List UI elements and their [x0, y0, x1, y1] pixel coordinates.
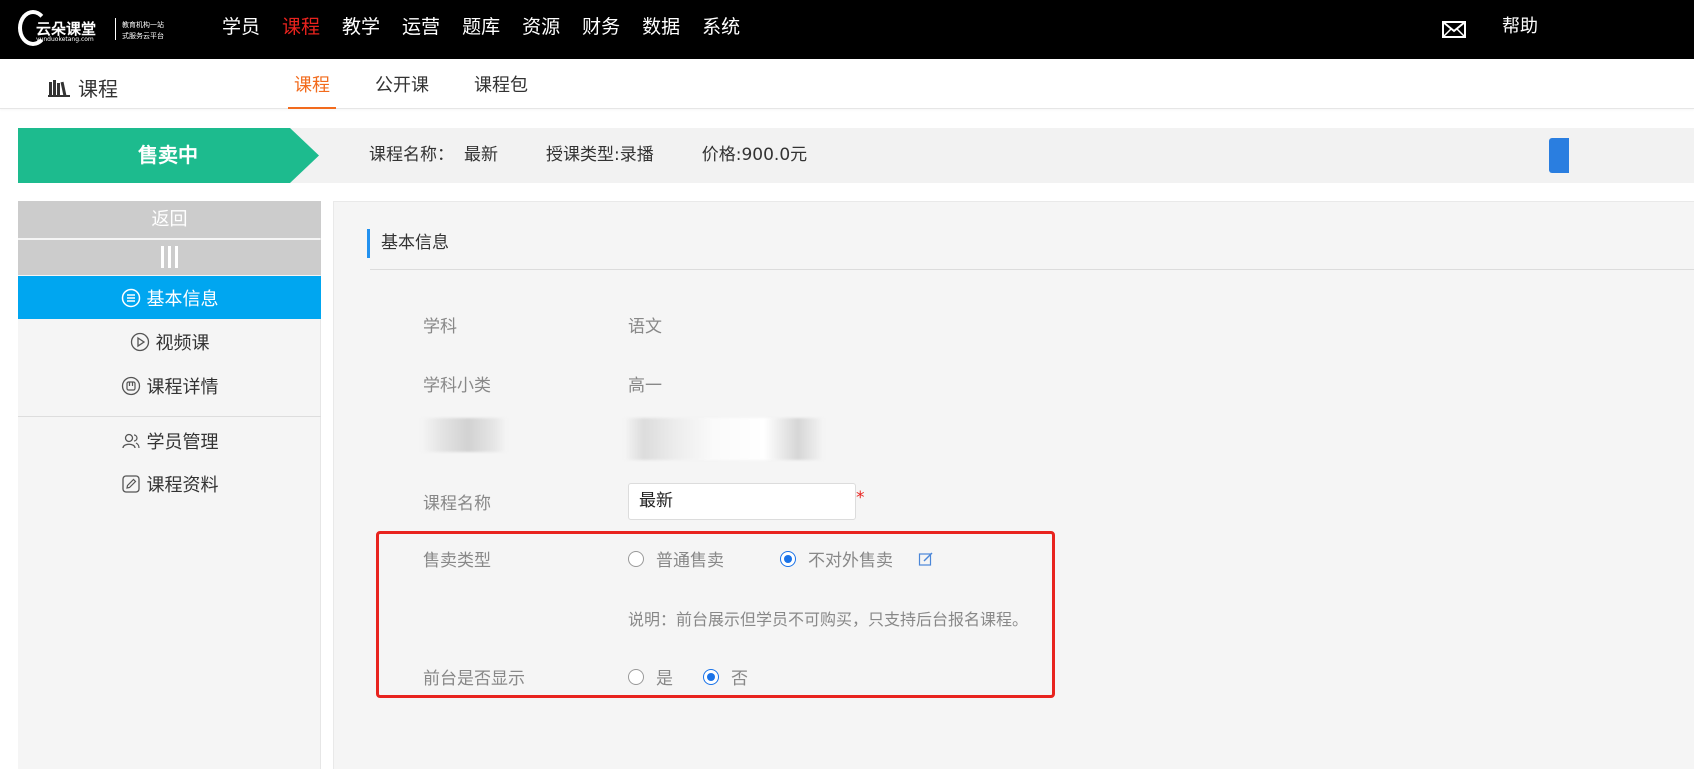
logo-domain: yunduoketang.com [36, 36, 94, 43]
price-label: 价格: [701, 145, 742, 165]
nav-item-students[interactable]: 学员 [222, 14, 260, 40]
course-name-label: 课程名称： [369, 145, 454, 165]
back-button[interactable]: 返回 [18, 201, 321, 238]
sub-header: 课程 课程 公开课 课程包 [0, 59, 1694, 109]
annotation-highlight-box [376, 531, 1055, 698]
subject-value: 语文 [628, 317, 662, 337]
nav-item-resources[interactable]: 资源 [522, 14, 560, 40]
teach-type-value: 录播 [619, 145, 654, 165]
main-nav: 学员 课程 教学 运营 题库 资源 财务 数据 系统 [222, 14, 762, 40]
course-sidebar: 返回 基本信息 视频课 课程详情 学员管理 课程资料 [18, 201, 321, 769]
sidebar-item-video-course[interactable]: 视频课 [18, 320, 321, 363]
course-name-input[interactable]: 最新 [628, 483, 856, 520]
nav-item-question-bank[interactable]: 题库 [462, 14, 500, 40]
price-pair: 价格: 900.0元 [702, 143, 807, 167]
subject-label: 学科 [423, 317, 457, 337]
sidebar-item-student-management[interactable]: 学员管理 [18, 419, 321, 462]
top-navbar: 云朵课堂 yunduoketang.com 教育机构一站 式服务云平台 学员 课… [0, 0, 1694, 59]
tab-open-courses[interactable]: 公开课 [369, 59, 435, 109]
logo-slogan-line2: 式服务云平台 [122, 32, 164, 40]
teach-type-label: 授课类型: [546, 145, 620, 165]
banner-action-button[interactable] [1549, 138, 1569, 173]
price-value: 900.0元 [741, 145, 808, 165]
nav-item-data[interactable]: 数据 [642, 14, 680, 40]
nav-item-finance[interactable]: 财务 [582, 14, 620, 40]
tab-course-bundles[interactable]: 课程包 [468, 59, 534, 109]
detail-circle-icon [121, 376, 140, 395]
sidebar-item-label: 基本信息 [146, 288, 219, 310]
redacted-value [624, 418, 824, 460]
logo-slogan-line1: 教育机构一站 [122, 21, 164, 29]
logo-divider [115, 18, 116, 40]
bars-icon [160, 246, 180, 268]
nav-item-courses[interactable]: 课程 [282, 14, 320, 40]
course-summary: 课程名称： 最新 授课类型: 录播 价格: 900.0元 [369, 143, 855, 167]
course-name-pair: 课程名称： 最新 [369, 143, 498, 167]
collapse-toggle[interactable] [18, 240, 321, 275]
sidebar-item-label: 视频课 [155, 332, 210, 354]
nav-item-system[interactable]: 系统 [702, 14, 740, 40]
course-name-field-label: 课程名称 [423, 494, 491, 514]
help-link[interactable]: 帮助 [1502, 14, 1538, 40]
teach-type-pair: 授课类型: 录播 [546, 143, 654, 167]
sidebar-item-course-details[interactable]: 课程详情 [18, 364, 321, 407]
sidebar-item-label: 学员管理 [146, 431, 219, 453]
subcategory-value: 高一 [628, 376, 662, 396]
sidebar-item-basic-info[interactable]: 基本信息 [18, 276, 321, 319]
pencil-doc-icon [121, 474, 140, 493]
list-circle-icon [121, 288, 140, 307]
nav-item-teaching[interactable]: 教学 [342, 14, 380, 40]
sub-tabs: 课程 公开课 课程包 [288, 59, 567, 109]
redacted-label [421, 418, 507, 452]
sidebar-item-label: 课程详情 [146, 376, 219, 398]
course-status-banner: 售卖中 课程名称： 最新 授课类型: 录播 价格: 900.0元 [18, 128, 1694, 183]
subcategory-label: 学科小类 [423, 376, 491, 396]
required-asterisk: * [856, 488, 865, 508]
users-icon [121, 433, 140, 448]
logo[interactable]: 云朵课堂 yunduoketang.com 教育机构一站 式服务云平台 [16, 8, 176, 48]
envelope-icon[interactable] [1442, 21, 1466, 38]
tab-courses[interactable]: 课程 [288, 59, 336, 109]
sidebar-divider [18, 416, 321, 417]
heading-divider [370, 269, 1694, 270]
status-badge: 售卖中 [138, 143, 198, 167]
play-circle-icon [130, 332, 149, 351]
sidebar-item-label: 课程资料 [146, 474, 219, 496]
section-title-text: 课程 [78, 77, 118, 101]
sidebar-item-course-materials[interactable]: 课程资料 [18, 462, 321, 505]
books-icon [48, 79, 70, 97]
course-name-value: 最新 [464, 145, 498, 165]
panel-heading: 基本信息 [367, 229, 449, 258]
section-title: 课程 [48, 73, 118, 102]
nav-item-operations[interactable]: 运营 [402, 14, 440, 40]
